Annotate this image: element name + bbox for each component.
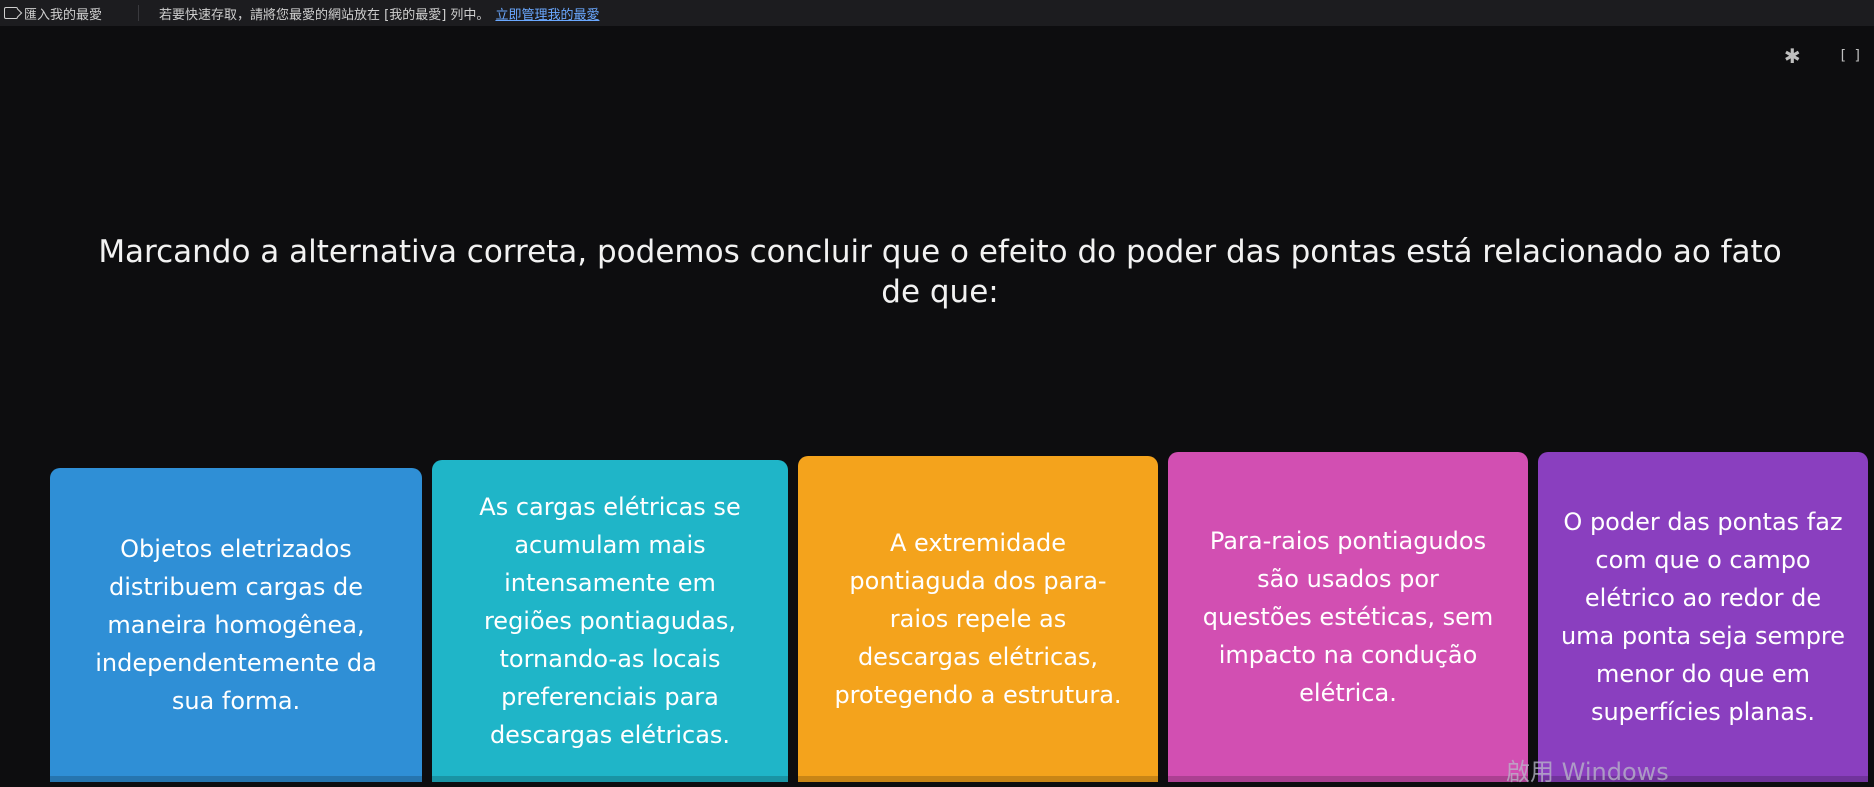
answer-text-line: protegendo a estrutura.: [834, 681, 1122, 709]
import-icon: [4, 7, 18, 19]
answer-text-line: maneira homogênea,: [107, 611, 365, 639]
import-favorites-label: 匯入我的最愛: [24, 7, 103, 23]
answer-text-line: impacto na condução: [1218, 641, 1478, 669]
answer-text-line: regiões pontiagudas,: [483, 607, 736, 635]
answer-text-line: raios repele as: [889, 605, 1067, 633]
answer-text-line: intensamente em: [504, 569, 716, 597]
answer-text-line: menor do que em: [1595, 660, 1811, 688]
bookmarks-divider: [138, 5, 140, 21]
question-text: Marcando a alternativa correta, podemos …: [30, 232, 1850, 312]
answer-text-line: descargas elétricas.: [489, 721, 731, 749]
answer-text-line: com que o campo: [1595, 546, 1811, 574]
manage-favorites-link[interactable]: 立即管理我的最愛: [495, 4, 599, 23]
answer-text-line: descargas elétricas,: [857, 643, 1099, 671]
answer-text-line: distribuem cargas de: [108, 573, 363, 601]
answer-text-line: tornando-as locais: [499, 645, 721, 673]
answer-text-line: sua forma.: [171, 687, 301, 715]
answer-options: Objetos eletrizados distribuem cargas de…: [50, 452, 1868, 782]
answer-option-3[interactable]: A extremidade pontiaguda dos para- raios…: [798, 456, 1158, 782]
answer-text-line: As cargas elétricas se: [479, 493, 741, 521]
answer-text-line: acumulam mais: [514, 531, 706, 559]
answer-text-line: Para-raios pontiagudos: [1209, 527, 1487, 555]
answer-text-line: questões estéticas, sem: [1202, 603, 1494, 631]
answer-option-5[interactable]: O poder das pontas faz com que o campo e…: [1538, 452, 1868, 782]
gear-icon[interactable]: ✱: [1784, 46, 1801, 66]
answer-text-line: elétrico ao redor de: [1584, 584, 1822, 612]
answer-text-line: pontiaguda dos para-: [849, 567, 1107, 595]
question-line-2: de que:: [881, 274, 999, 310]
answer-text-line: independentemente da: [95, 649, 377, 677]
import-favorites-button[interactable]: 匯入我的最愛: [0, 4, 110, 23]
answer-text-line: O poder das pontas faz: [1563, 508, 1843, 536]
question-line-1: Marcando a alternativa correta, podemos …: [98, 234, 1782, 270]
game-controls: ✱ [ ]: [1784, 46, 1862, 66]
bookmarks-bar: 匯入我的最愛 若要快速存取，請將您最愛的網站放在 [我的最愛] 列中。 立即管理…: [0, 0, 1874, 26]
answer-text-line: superfícies planas.: [1590, 698, 1816, 726]
answer-text-line: são usados por: [1257, 565, 1439, 593]
answer-text-line: elétrica.: [1299, 679, 1397, 707]
answer-option-2[interactable]: As cargas elétricas se acumulam mais int…: [432, 460, 788, 782]
answer-text-line: A extremidade: [889, 529, 1067, 557]
answer-text-line: preferenciais para: [501, 683, 719, 711]
answer-option-1[interactable]: Objetos eletrizados distribuem cargas de…: [50, 468, 422, 782]
answer-text-line: uma ponta seja sempre: [1560, 622, 1846, 650]
answer-text-line: Objetos eletrizados: [120, 535, 352, 563]
fullscreen-icon[interactable]: [ ]: [1841, 46, 1862, 66]
answer-option-4[interactable]: Para-raios pontiagudos são usados por qu…: [1168, 452, 1528, 782]
bookmarks-hint: 若要快速存取，請將您最愛的網站放在 [我的最愛] 列中。: [159, 7, 490, 23]
